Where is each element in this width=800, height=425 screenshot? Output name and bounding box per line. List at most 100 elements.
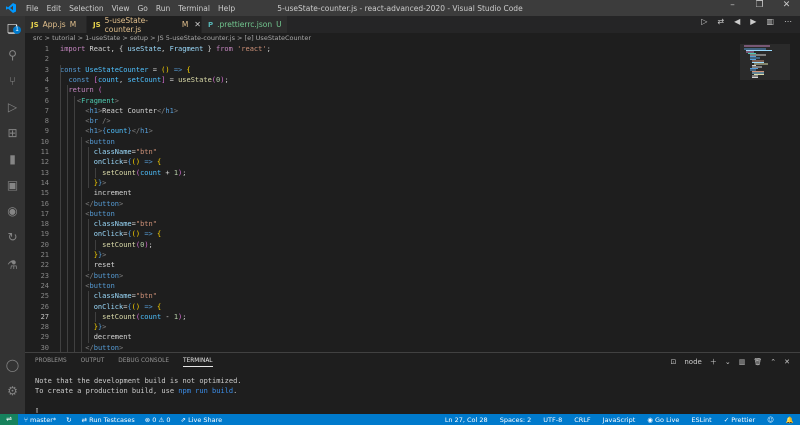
code-line[interactable]: 27 setCount(count - 1); (25, 312, 738, 322)
remote-explorer-icon[interactable]: ▣ (5, 178, 20, 193)
more-actions-icon[interactable]: ⋯ (784, 17, 792, 26)
close-panel-icon[interactable]: ✕ (784, 358, 790, 366)
menu-item-selection[interactable]: Selection (69, 4, 104, 13)
problems-indicator[interactable]: ⊗ 0 ⚠ 0 (145, 416, 171, 424)
code-editor[interactable]: 1 import React, { useState, Fragment } fr… (25, 44, 738, 352)
tab-app-js[interactable]: JS App.js M (25, 16, 87, 33)
code-line[interactable]: 6 <Fragment> (25, 96, 738, 106)
tab-problems[interactable]: PROBLEMS (35, 358, 67, 367)
account-icon[interactable]: ◯ (5, 358, 20, 373)
close-icon[interactable]: ✕ (773, 0, 800, 10)
close-tab-icon[interactable]: ✕ (194, 20, 201, 29)
tab-usestate-counter[interactable]: JS 5-useState-counter.js M ✕ (87, 16, 202, 34)
code-token: button (89, 281, 115, 290)
code-line[interactable]: 5 return ( (25, 85, 738, 95)
sync-icon[interactable]: ↻ (66, 416, 71, 424)
live-share-button[interactable]: ⇗ Live Share (181, 416, 223, 424)
code-line[interactable]: 1 import React, { useState, Fragment } fr… (25, 44, 738, 54)
code-line[interactable]: 22 reset (25, 260, 738, 270)
tab-debug-console[interactable]: DEBUG CONSOLE (118, 358, 169, 367)
menu-item-help[interactable]: Help (218, 4, 235, 13)
code-line[interactable]: 2 (25, 54, 738, 64)
new-terminal-icon[interactable]: ＋ (710, 357, 717, 367)
code-line[interactable]: 21 }}> (25, 250, 738, 260)
notifications-icon[interactable]: 🔔 (786, 416, 794, 424)
tab-terminal[interactable]: TERMINAL (183, 358, 213, 367)
code-line[interactable]: 14 }}> (25, 178, 738, 188)
code-line[interactable]: 9 <h1>{count}</h1> (25, 126, 738, 136)
split-editor-icon[interactable]: ▥ (766, 17, 774, 26)
code-line[interactable]: 26 onClick={() => { (25, 302, 738, 312)
run-testcases-button[interactable]: ⇄ Run Testcases (82, 416, 135, 424)
code-line[interactable]: 19 onClick={() => { (25, 229, 738, 239)
minimap[interactable] (740, 44, 790, 94)
testing-icon[interactable]: ⚗ (5, 258, 20, 273)
code-line[interactable]: 28 }}> (25, 322, 738, 332)
settings-gear-icon[interactable]: ⚙ (5, 384, 20, 399)
cursor-position[interactable]: Ln 27, Col 28 (445, 416, 488, 424)
menu-item-edit[interactable]: Edit (47, 4, 62, 13)
code-line[interactable]: 15 increment (25, 188, 738, 198)
live-share-icon[interactable]: ↻ (5, 230, 20, 245)
chart-icon[interactable]: ▮ (5, 152, 20, 167)
go-forward-icon[interactable]: ▶ (750, 17, 756, 26)
eslint-status[interactable]: ESLint (691, 416, 711, 424)
split-terminal-icon[interactable]: ▥ (739, 358, 746, 366)
encoding[interactable]: UTF-8 (543, 416, 562, 424)
code-token: { (156, 158, 162, 167)
branch-indicator[interactable]: ⑂ master* (24, 416, 56, 424)
remote-indicator-icon[interactable]: ⇌ (0, 414, 18, 425)
tab-output[interactable]: OUTPUT (81, 358, 105, 367)
menu-item-file[interactable]: File (26, 4, 39, 13)
code-line[interactable]: 12 onClick={() => { (25, 157, 738, 167)
extensions-icon[interactable]: ⊞ (5, 126, 20, 141)
code-line[interactable]: 24 <button (25, 281, 738, 291)
feedback-icon[interactable]: ☺ (767, 416, 774, 424)
tab-status: U (276, 20, 282, 29)
prettier-status[interactable]: ✓ Prettier (724, 416, 755, 424)
code-line[interactable]: 16 </button> (25, 199, 738, 209)
code-line[interactable]: 10 <button (25, 137, 738, 147)
code-line[interactable]: 30 </button> (25, 343, 738, 352)
line-number: 13 (40, 168, 49, 177)
github-icon[interactable]: ◉ (5, 204, 20, 219)
line-ending[interactable]: CRLF (574, 416, 590, 424)
editor-scrollbar[interactable] (792, 44, 800, 352)
code-line[interactable]: 18 className="btn" (25, 219, 738, 229)
chevron-down-icon[interactable]: ⌄ (725, 358, 731, 366)
maximize-panel-icon[interactable]: ⌃ (770, 358, 776, 366)
code-line[interactable]: 25 className="btn" (25, 291, 738, 301)
code-line[interactable]: 4 const [count, setCount] = useState(0); (25, 75, 738, 85)
terminal-shell-select[interactable]: node (684, 358, 701, 366)
tab-prettierrc[interactable]: P .prettierrc.json U (202, 16, 288, 33)
code-line[interactable]: 23 </button> (25, 271, 738, 281)
code-line[interactable]: 13 setCount(count + 1); (25, 168, 738, 178)
terminal-output[interactable]: Note that the development build is not o… (35, 377, 242, 415)
code-line[interactable]: 17 <button (25, 209, 738, 219)
language-mode[interactable]: JavaScript (603, 416, 636, 424)
menu-item-terminal[interactable]: Terminal (178, 4, 210, 13)
code-line[interactable]: 8 <br /> (25, 116, 738, 126)
go-live-button[interactable]: ◉ Go Live (647, 416, 679, 424)
code-line[interactable]: 7 <h1>React Counter</h1> (25, 106, 738, 116)
menu-item-run[interactable]: Run (156, 4, 170, 13)
maximize-icon[interactable]: ❐ (746, 0, 773, 10)
run-icon[interactable]: ▷ (701, 17, 707, 26)
code-token: onClick (93, 302, 124, 311)
code-token: ; (182, 312, 187, 321)
code-line[interactable]: 29 decrement (25, 332, 738, 342)
indentation[interactable]: Spaces: 2 (500, 416, 532, 424)
menu-item-view[interactable]: View (112, 4, 130, 13)
minimize-icon[interactable]: – (719, 0, 746, 10)
run-debug-icon[interactable]: ▷ (5, 100, 20, 115)
code-line[interactable]: 11 className="btn" (25, 147, 738, 157)
compare-icon[interactable]: ⇄ (717, 17, 724, 26)
source-control-icon[interactable]: ⑂ (5, 74, 20, 89)
code-line[interactable]: 3 const UseStateCounter = () => { (25, 65, 738, 75)
code-line[interactable]: 20 setCount(0); (25, 240, 738, 250)
go-back-icon[interactable]: ◀ (734, 17, 740, 26)
trash-icon[interactable]: 🗑 (753, 358, 762, 366)
menu-item-go[interactable]: Go (137, 4, 147, 13)
search-icon[interactable]: ⚲ (5, 48, 20, 63)
breadcrumb[interactable]: src > tutorial > 1-useState > setup > JS… (25, 33, 760, 44)
